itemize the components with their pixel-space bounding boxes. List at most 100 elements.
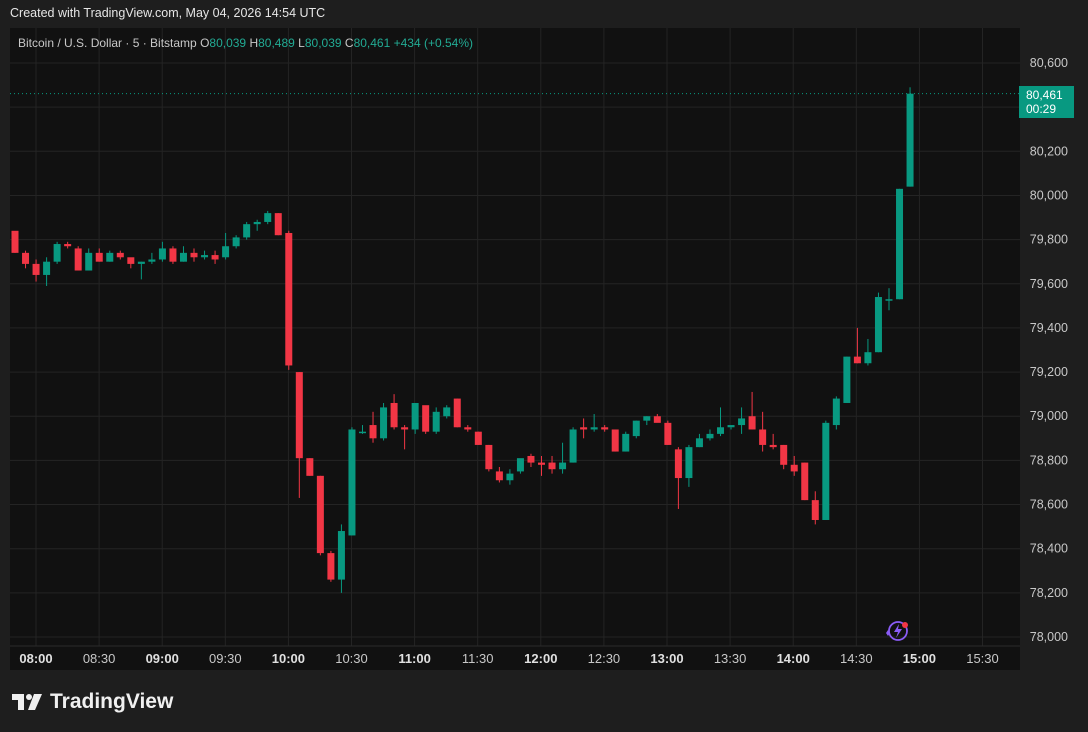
candle-down	[64, 244, 72, 247]
high-value: 80,489	[258, 36, 295, 50]
candle-up	[896, 188, 904, 300]
candle-up	[516, 458, 524, 472]
candle-down	[22, 252, 30, 264]
x-tick-label: 13:00	[650, 651, 683, 666]
candle-down	[538, 462, 545, 465]
open-value: 80,039	[209, 36, 247, 50]
candle-up	[106, 252, 114, 262]
candle-up	[222, 246, 230, 258]
candle-down	[274, 213, 282, 236]
candle-down	[495, 471, 503, 481]
candle-down	[580, 427, 588, 430]
candle-up	[148, 259, 156, 262]
candle-down	[95, 252, 103, 262]
candle-down	[485, 444, 493, 470]
candle-up	[432, 411, 440, 432]
close-value: 80,461	[353, 36, 391, 50]
candle-up	[717, 427, 725, 434]
candle-up	[253, 221, 261, 225]
y-tick-label: 78,600	[1030, 498, 1068, 512]
candle-up	[685, 447, 693, 479]
x-tick-label: 11:00	[398, 651, 431, 666]
candle-down	[769, 444, 777, 448]
y-tick-label: 78,400	[1030, 542, 1068, 556]
candle-up	[348, 429, 356, 536]
candle-up	[559, 462, 567, 470]
candle-up	[569, 429, 577, 463]
candle-up	[622, 433, 630, 452]
candle-down	[674, 449, 682, 479]
ohlc-legend: Bitcoin / U.S. Dollar · 5 · Bitstamp O80…	[18, 36, 473, 50]
candle-up	[85, 252, 93, 271]
candle-down	[74, 248, 82, 271]
y-tick-label: 79,400	[1030, 321, 1068, 335]
candle-up	[832, 398, 840, 426]
candle-up	[706, 433, 714, 439]
candle-up	[243, 224, 251, 238]
y-tick-label: 78,000	[1030, 630, 1068, 644]
candle-down	[664, 422, 672, 445]
candle-down	[169, 248, 177, 262]
candle-down	[116, 252, 124, 258]
candle-up	[864, 352, 872, 364]
tradingview-logo-icon	[12, 694, 42, 710]
x-tick-label: 15:30	[966, 651, 999, 666]
candle-down	[811, 500, 819, 520]
bar-countdown: 00:29	[1026, 102, 1057, 116]
candle-up	[179, 252, 187, 262]
candle-down	[211, 255, 219, 260]
high-label: H	[249, 36, 259, 50]
candle-down	[369, 425, 377, 439]
candlestick-chart[interactable]: 80,600 80,200 80,000 79,800 79,600 79,400 79,2…	[0, 0, 1088, 732]
candle-down	[422, 405, 430, 432]
candle-down	[748, 416, 756, 430]
candle-up	[738, 418, 746, 426]
candle-down	[601, 427, 609, 430]
candle-down	[127, 257, 135, 264]
y-tick-label: 79,200	[1030, 365, 1068, 379]
candle-up	[695, 438, 703, 448]
last-price-badge: 80,461 00:29	[1019, 86, 1074, 118]
candle-up	[874, 297, 882, 353]
x-tick-label: 12:30	[588, 651, 621, 666]
candle-down	[306, 458, 314, 476]
tradingview-logo[interactable]: TradingView	[12, 690, 173, 714]
candle-down	[548, 462, 556, 470]
candle-up	[264, 213, 272, 222]
y-tick-label: 78,200	[1030, 586, 1068, 600]
candle-up	[137, 261, 145, 264]
candle-up	[885, 299, 893, 301]
y-tick-label: 78,800	[1030, 453, 1068, 467]
candle-down	[316, 475, 324, 554]
y-tick-label: 79,600	[1030, 277, 1068, 291]
y-tick-label: 80,000	[1030, 188, 1068, 202]
candle-down	[190, 252, 198, 258]
close-label: C	[344, 36, 354, 50]
y-tick-label: 79,000	[1030, 409, 1068, 423]
candle-down	[11, 230, 19, 253]
candle-down	[474, 431, 482, 445]
candle-down	[759, 429, 767, 445]
candle-up	[232, 237, 240, 247]
low-value: 80,039	[304, 36, 342, 50]
y-tick-label: 79,800	[1030, 233, 1068, 247]
candle-down	[527, 455, 535, 463]
last-price-value: 80,461	[1026, 88, 1063, 102]
x-tick-label: 09:30	[209, 651, 242, 666]
candle-up	[727, 425, 735, 428]
candle-up	[590, 427, 598, 430]
candle-up	[43, 261, 51, 275]
x-tick-label: 08:30	[83, 651, 116, 666]
x-tick-label: 10:00	[272, 651, 305, 666]
candle-up	[53, 244, 61, 262]
candle-up	[843, 356, 851, 403]
y-tick-label: 80,600	[1030, 56, 1068, 70]
candle-down	[653, 416, 661, 423]
flash-icon[interactable]	[882, 619, 910, 648]
candle-down	[285, 232, 293, 366]
y-tick-label: 80,200	[1030, 144, 1068, 158]
symbol-label[interactable]: Bitcoin / U.S. Dollar · 5 · Bitstamp	[18, 36, 197, 50]
candle-up	[380, 407, 388, 439]
x-tick-label: 13:30	[714, 651, 747, 666]
candle-down	[327, 553, 335, 580]
